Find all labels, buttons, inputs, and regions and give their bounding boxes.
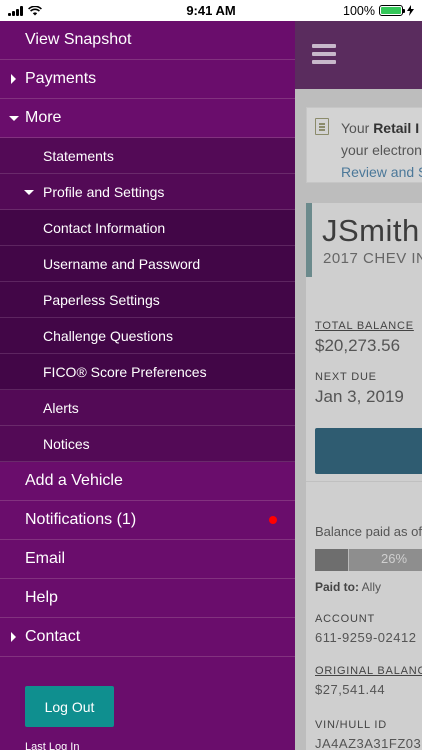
menu-item-label: Challenge Questions [43, 327, 173, 344]
total-balance-value: $20,273.56 [315, 336, 401, 355]
progress-fill [315, 549, 349, 571]
original-balance-label: ORIGINAL BALANC [315, 665, 422, 677]
menu-item-label: Paperless Settings [43, 291, 160, 308]
menu-item-label: Profile and Settings [43, 183, 165, 200]
navigation-drawer: View Snapshot Payments More Statements P… [0, 21, 295, 750]
menu-item-statements[interactable]: Statements [0, 138, 295, 174]
menu-item-view-snapshot[interactable]: View Snapshot [0, 21, 295, 60]
account-number: 611-9259-02412 [315, 630, 417, 645]
menu-item-label: Payments [25, 70, 97, 87]
menu-item-label: Alerts [43, 399, 79, 416]
menu-item-email[interactable]: Email [0, 540, 295, 579]
account-nickname: JSmith [322, 213, 420, 248]
account-card: JSmith 2017 CHEV IN TOTAL BALANCE $20,27… [306, 203, 422, 750]
account-stripe [306, 203, 312, 277]
account-label: ACCOUNT [315, 613, 375, 625]
status-bar: 9:41 AM 100% [0, 0, 422, 21]
menu-item-alerts[interactable]: Alerts [0, 390, 295, 426]
menu-item-notifications[interactable]: Notifications (1) [0, 501, 295, 540]
vin-label: VIN/HULL ID [315, 719, 387, 731]
menu-item-challenge-questions[interactable]: Challenge Questions [0, 318, 295, 354]
last-login-link[interactable]: Last Log In [25, 741, 79, 750]
banner-review-link[interactable]: Review and S [341, 164, 422, 180]
account-vehicle: 2017 CHEV IN [323, 250, 422, 267]
banner-line1-bold: Retail I [373, 120, 420, 136]
menu-item-fico-score-preferences[interactable]: FICO® Score Preferences [0, 354, 295, 390]
menu-item-payments[interactable]: Payments [0, 60, 295, 99]
charging-bolt-icon [407, 5, 414, 16]
card-divider [306, 481, 422, 482]
menu-item-label: Notices [43, 435, 90, 452]
status-right: 100% [343, 4, 414, 18]
cellular-signal-icon [8, 5, 23, 16]
balance-progress-bar: 26% [315, 549, 422, 571]
menu-item-notices[interactable]: Notices [0, 426, 295, 462]
menu-item-profile-and-settings[interactable]: Profile and Settings [0, 174, 295, 210]
balance-paid-label: Balance paid as of [315, 524, 422, 539]
progress-percent: 26% [381, 551, 408, 566]
menu-item-label: Statements [43, 147, 114, 164]
battery-percent: 100% [343, 3, 375, 18]
banner-text: Your Retail I your electron Review and S [341, 117, 422, 183]
status-time: 9:41 AM [186, 3, 236, 18]
paid-to: Paid to: Ally [315, 580, 381, 594]
next-due-label: NEXT DUE [315, 371, 377, 383]
log-out-button[interactable]: Log Out [25, 686, 114, 727]
caret-right-icon [11, 632, 16, 642]
menu-item-add-a-vehicle[interactable]: Add a Vehicle [0, 462, 295, 501]
notification-dot-icon [269, 516, 277, 524]
hamburger-menu-icon[interactable] [312, 44, 336, 64]
menu-item-help[interactable]: Help [0, 579, 295, 618]
menu-item-label: Contact [25, 628, 81, 645]
wifi-icon [28, 5, 42, 15]
menu-item-label: Username and Password [43, 255, 201, 272]
total-balance-label: TOTAL BALANCE [315, 320, 414, 332]
document-icon [315, 118, 329, 135]
menu-item-label: Help [25, 589, 58, 606]
paid-to-value: Ally [361, 580, 382, 594]
paid-to-label: Paid to: [315, 580, 359, 594]
menu-item-label: Notifications (1) [25, 511, 137, 528]
menu-item-label: More [25, 109, 62, 126]
status-left [8, 5, 42, 16]
caret-down-icon [9, 116, 19, 121]
caret-down-icon [24, 189, 34, 195]
menu-item-more[interactable]: More [0, 99, 295, 138]
vin-value: JA4AZ3A31FZ03 [315, 736, 422, 750]
caret-right-icon [11, 74, 16, 84]
menu-item-contact[interactable]: Contact [0, 618, 295, 657]
menu-item-username-and-password[interactable]: Username and Password [0, 246, 295, 282]
banner-line2: your electron [341, 142, 422, 158]
menu-item-label: Contact Information [43, 219, 166, 236]
retail-banner: Your Retail I your electron Review and S [306, 107, 422, 183]
menu-item-label: View Snapshot [25, 31, 132, 48]
menu-item-label: Email [25, 550, 66, 567]
menu-item-contact-information[interactable]: Contact Information [0, 210, 295, 246]
next-due-value: Jan 3, 2019 [315, 387, 404, 406]
make-payment-button[interactable] [315, 428, 422, 474]
battery-icon [379, 5, 405, 16]
menu-item-label: Add a Vehicle [25, 472, 123, 489]
original-balance-value: $27,541.44 [315, 682, 386, 697]
banner-line1-prefix: Your [341, 120, 374, 136]
menu-item-label: FICO® Score Preferences [43, 363, 207, 380]
menu-item-paperless-settings[interactable]: Paperless Settings [0, 282, 295, 318]
